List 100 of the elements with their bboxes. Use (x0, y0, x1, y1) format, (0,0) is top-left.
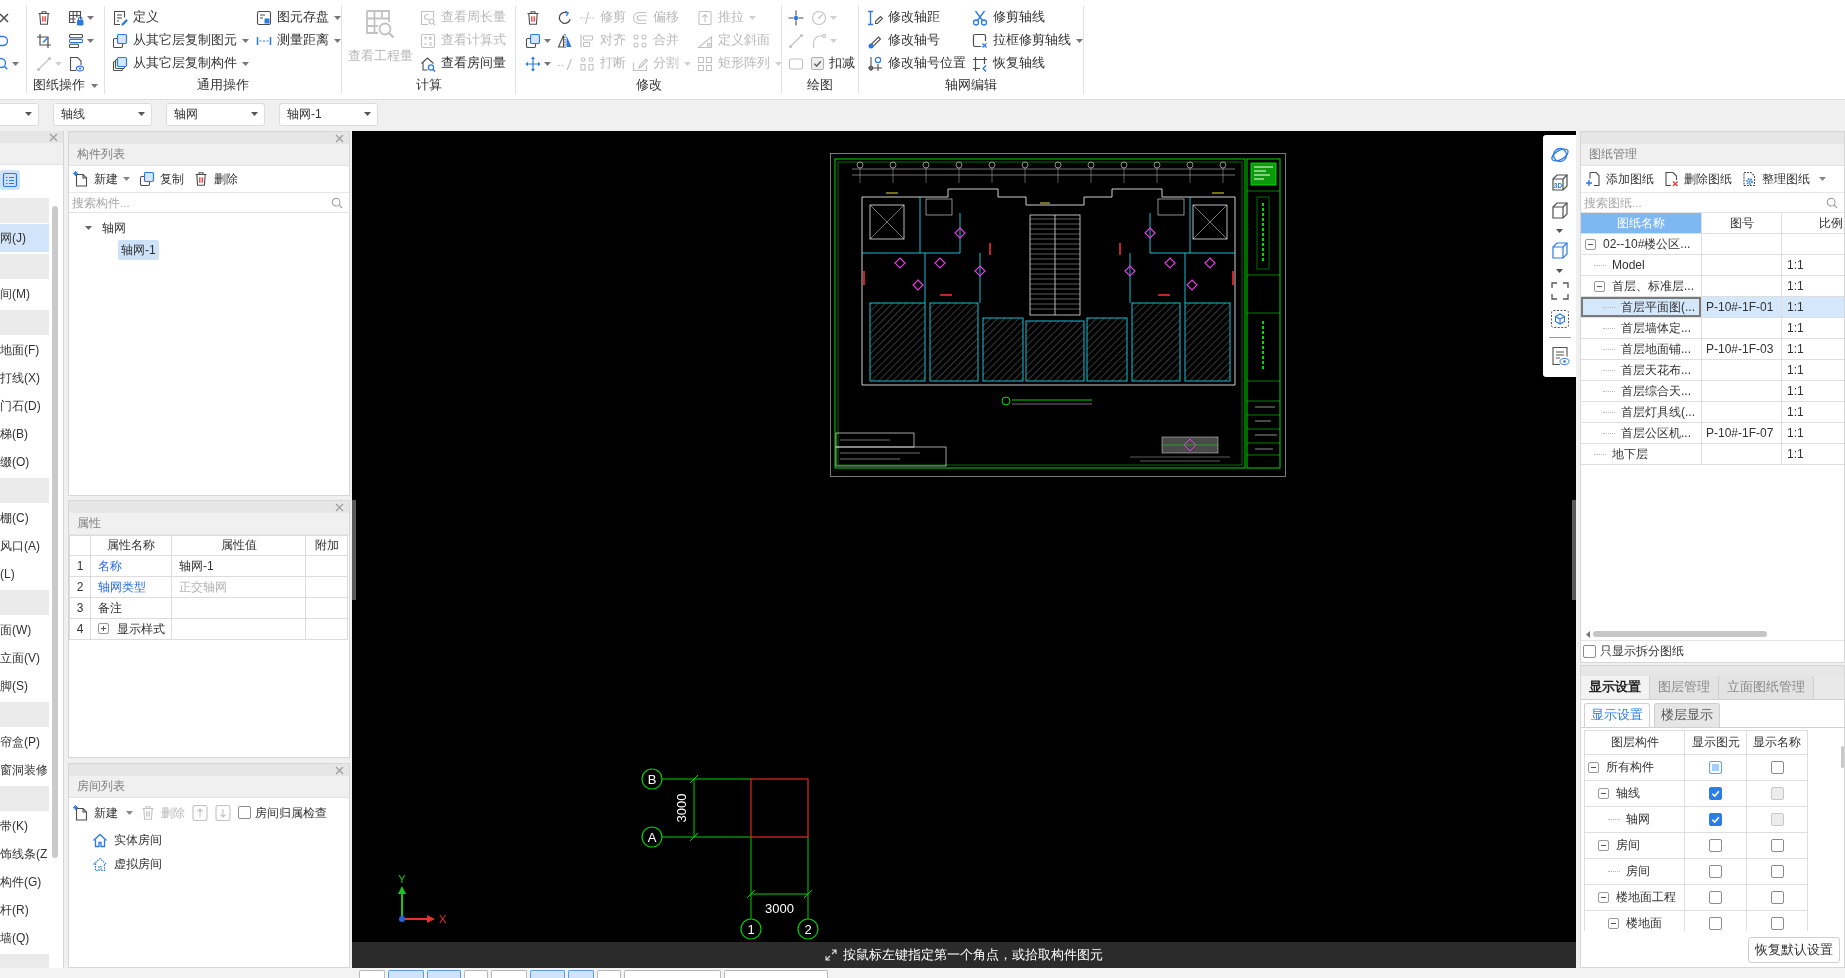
checkbox[interactable] (1583, 645, 1596, 658)
checkbox[interactable] (1709, 813, 1722, 826)
nav-item[interactable]: 地面(F) (0, 336, 49, 364)
collapse-icon[interactable] (1598, 788, 1609, 799)
status-bar-button[interactable] (491, 970, 527, 978)
search-icon[interactable] (331, 196, 343, 209)
checkbox[interactable] (1770, 865, 1784, 878)
list-item[interactable]: 虚拟房间 (92, 852, 162, 876)
toolbar-button[interactable]: 修改轴号 (867, 29, 966, 52)
group-menu-button[interactable]: 图纸操作 (33, 77, 98, 94)
status-bar-button[interactable] (568, 970, 594, 978)
list-item[interactable]: 实体房间 (92, 828, 162, 852)
nav-item[interactable]: 梯(B) (0, 420, 49, 448)
checkbox[interactable] (1770, 761, 1784, 774)
checkbox[interactable] (1770, 891, 1784, 904)
trash-icon[interactable] (525, 9, 541, 26)
checkbox[interactable] (1770, 839, 1784, 852)
cube-select-icon[interactable] (1549, 309, 1570, 329)
dropdown[interactable]: 轴网 (166, 102, 265, 126)
table-row[interactable]: 地下层 1:1 (1581, 444, 1844, 465)
collapse-icon[interactable] (1598, 840, 1609, 851)
caret-icon[interactable] (12, 61, 19, 66)
checkbox[interactable] (1709, 839, 1722, 852)
tree-item[interactable]: 轴网 (99, 217, 129, 239)
checkbox[interactable] (1709, 891, 1722, 904)
table-row[interactable]: 首层灯具线(... 1:1 (1581, 402, 1844, 423)
checkbox[interactable] (811, 57, 824, 70)
checkbox-label[interactable]: 房间归属检查 (255, 805, 327, 821)
checkbox[interactable] (1709, 761, 1722, 774)
nav-item[interactable]: 窗洞装修 (0, 756, 49, 784)
collapse-handle[interactable] (1572, 500, 1576, 600)
nav-item[interactable]: 带(K) (0, 812, 49, 840)
nav-item[interactable]: 棚(C) (0, 504, 49, 532)
column-header[interactable]: 比例 (1782, 213, 1844, 234)
scrollbar-thumb[interactable] (1593, 631, 1767, 637)
caret-icon[interactable] (1586, 630, 1590, 638)
table-row[interactable]: 首层综合天... 1:1 (1581, 381, 1844, 402)
cube-icon[interactable] (1549, 241, 1570, 261)
table-row[interactable]: 首层墙体定... 1:1 (1581, 318, 1844, 339)
checkbox[interactable] (1709, 917, 1722, 930)
checkbox[interactable] (1770, 917, 1784, 930)
checkbox[interactable] (238, 806, 251, 820)
nav-item[interactable]: 缀(O) (0, 448, 49, 476)
toolbar-button[interactable]: 整理图纸 (1741, 171, 1826, 187)
nav-item[interactable]: 脚(S) (0, 672, 49, 700)
status-bar-button[interactable] (530, 970, 565, 978)
collapse-icon[interactable] (1598, 892, 1609, 903)
checkbox[interactable] (1709, 787, 1722, 800)
collapse-icon[interactable] (1608, 918, 1619, 929)
scrollbar-thumb[interactable] (1841, 746, 1844, 768)
expand-icon[interactable] (98, 623, 109, 635)
toolbar-button[interactable]: 修改轴号位置 (867, 52, 966, 75)
toolbar-button[interactable]: 定义 (112, 6, 249, 29)
status-bar-button[interactable] (427, 970, 461, 978)
tab[interactable]: 显示设置 (1581, 676, 1650, 699)
close-icon[interactable] (49, 132, 58, 142)
nav-item[interactable]: 风口(A) (0, 532, 49, 560)
nav-item[interactable]: 网(J) (0, 224, 49, 252)
nav-item[interactable]: 间(M) (0, 280, 49, 308)
table-row[interactable]: 首层天花布... 1:1 (1581, 360, 1844, 381)
tab[interactable]: 显示设置 (1584, 703, 1650, 727)
toolbar-button[interactable]: 图元存盘 (256, 6, 341, 29)
orbit-icon[interactable] (1549, 145, 1570, 165)
nav-item[interactable]: (L) (0, 560, 49, 588)
dropdown[interactable]: 轴网-1 (279, 102, 378, 126)
toolbar-button[interactable]: 修剪轴线 (972, 6, 1083, 29)
close-icon[interactable] (335, 133, 344, 143)
table-row[interactable]: 02--10#楼公区... (1581, 234, 1844, 255)
nav-item[interactable]: 打线(X) (0, 364, 49, 392)
column-header[interactable]: 图号 (1702, 213, 1782, 234)
nav-item[interactable]: 帘盒(P) (0, 728, 49, 756)
checkbox[interactable] (1709, 865, 1722, 878)
toolbar-button[interactable]: 恢复轴线 (972, 52, 1083, 75)
caret-icon[interactable] (85, 226, 92, 230)
mirror-triangles-icon[interactable] (557, 32, 573, 49)
nav-item[interactable]: 面(W) (0, 616, 49, 644)
nav-item[interactable]: 杆(R) (0, 896, 49, 924)
caret-icon[interactable] (1556, 229, 1563, 233)
nav-item[interactable]: 立面(V) (0, 644, 49, 672)
rotate-arrow-icon[interactable] (557, 9, 573, 26)
status-bar-button[interactable] (464, 970, 488, 978)
collapse-icon[interactable] (1585, 238, 1596, 250)
dropdown[interactable]: 轴线 (53, 102, 152, 126)
checkbox-label[interactable]: 扣减 (829, 56, 855, 71)
collapse-handle[interactable] (352, 500, 356, 600)
list-view-icon[interactable] (0, 170, 20, 190)
toolbar-button[interactable]: 删除图纸 (1663, 171, 1732, 187)
status-bar-button[interactable] (724, 970, 828, 978)
nav-item[interactable]: 墙(Q) (0, 924, 49, 952)
nav-item[interactable]: 门石(D) (0, 392, 49, 420)
status-bar-button[interactable] (597, 970, 621, 978)
close-icon[interactable] (335, 765, 344, 775)
fullscreen-icon[interactable] (1549, 281, 1570, 301)
tree-item[interactable]: 轴网-1 (118, 239, 159, 261)
status-bar-button[interactable] (388, 970, 424, 978)
toolbar-button[interactable]: 添加图纸 (1585, 171, 1654, 187)
caret-icon[interactable] (1556, 269, 1563, 273)
collapse-icon[interactable] (1588, 762, 1599, 773)
status-bar-button[interactable] (624, 970, 721, 978)
toolbar-button[interactable]: 从其它层复制图元 (112, 29, 249, 52)
